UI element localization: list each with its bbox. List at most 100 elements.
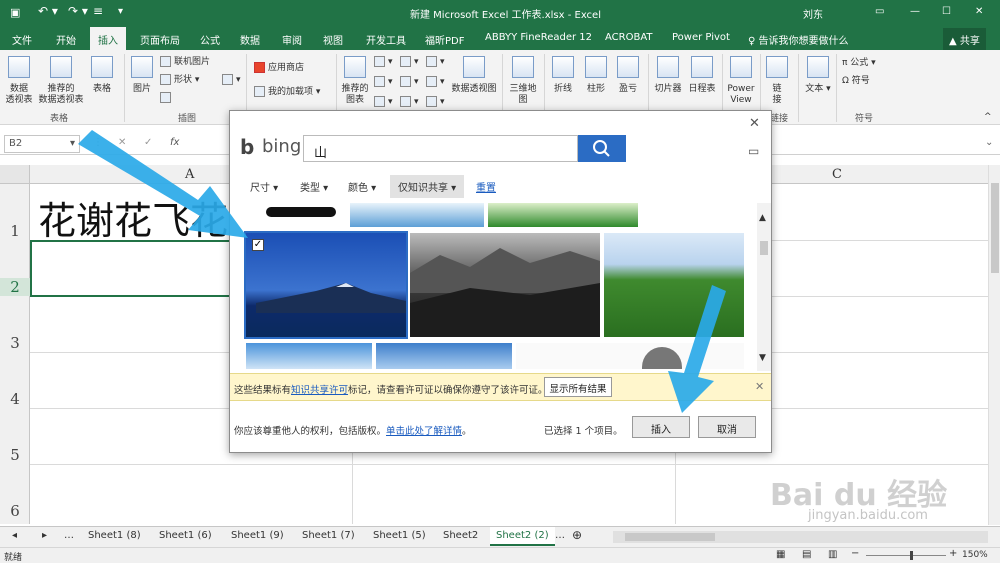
tab-abbyy[interactable]: ABBYY FineReader 12 bbox=[485, 32, 592, 43]
name-box[interactable]: B2 ▾ bbox=[4, 135, 80, 153]
row-header[interactable]: 6 bbox=[0, 502, 30, 520]
user-name[interactable]: 刘东 bbox=[803, 6, 823, 21]
sheet-more-icon[interactable]: … bbox=[64, 530, 74, 541]
minimize-icon[interactable]: — bbox=[910, 6, 920, 17]
ribbon-options-icon[interactable]: ▭ bbox=[875, 6, 884, 17]
pivot-chart-button[interactable]: 数据透视图 bbox=[450, 56, 498, 95]
sparkline-column-button[interactable]: 柱形 bbox=[582, 56, 610, 95]
screenshot-button[interactable]: ▾ bbox=[222, 74, 241, 86]
row-header[interactable]: 4 bbox=[0, 390, 30, 408]
confirm-entry-icon[interactable]: ✓ bbox=[144, 137, 152, 148]
recommended-pivot-button[interactable]: 推荐的 数据透视表 bbox=[36, 56, 86, 106]
tab-page-layout[interactable]: 页面布局 bbox=[140, 32, 180, 47]
cell-a1[interactable]: 花谢花飞花 bbox=[38, 190, 228, 245]
column-chart-menu[interactable]: ▾ bbox=[374, 56, 393, 68]
scatter-chart-menu[interactable]: ▾ bbox=[426, 56, 445, 68]
page-break-icon[interactable]: ▥ bbox=[828, 549, 837, 560]
column-header-c[interactable]: C bbox=[832, 167, 842, 182]
page-layout-icon[interactable]: ▤ bbox=[802, 549, 811, 560]
tab-home[interactable]: 开始 bbox=[56, 32, 76, 47]
sparkline-winloss-button[interactable]: 盈亏 bbox=[614, 56, 642, 95]
filter-type[interactable]: 类型 ▾ bbox=[300, 179, 328, 194]
link-button[interactable]: 链 接 bbox=[764, 56, 790, 106]
results-scrollbar[interactable]: ▲ ▼ bbox=[757, 203, 771, 371]
column-header-a[interactable]: A bbox=[185, 167, 194, 182]
symbol-button[interactable]: Ω 符号 bbox=[842, 76, 870, 87]
tab-power-pivot[interactable]: Power Pivot bbox=[672, 32, 730, 43]
search-input[interactable]: 山 bbox=[303, 135, 578, 162]
table-button[interactable]: 表格 bbox=[88, 56, 116, 95]
image-result-selected[interactable]: ✓ bbox=[244, 231, 408, 339]
sparkline-line-button[interactable]: 折线 bbox=[548, 56, 578, 95]
sheet-next-icon[interactable]: ▸ bbox=[42, 530, 47, 541]
pivot-table-button[interactable]: 数据 透视表 bbox=[4, 56, 34, 106]
tab-data[interactable]: 数据 bbox=[240, 32, 260, 47]
share-button[interactable]: ▲ 共享 bbox=[943, 28, 986, 51]
shapes-button[interactable]: 形状 ▾ bbox=[160, 74, 199, 86]
cancel-button[interactable]: 取消 bbox=[698, 416, 756, 438]
insert-function-icon[interactable]: fx bbox=[170, 137, 179, 148]
row-header[interactable]: 1 bbox=[0, 222, 30, 240]
filter-size[interactable]: 尺寸 ▾ bbox=[250, 179, 278, 194]
store-button[interactable]: 应用商店 bbox=[254, 62, 304, 74]
zoom-in-icon[interactable]: + bbox=[949, 548, 957, 559]
sheet-tab-active[interactable]: Sheet2 (2) bbox=[490, 527, 555, 546]
insert-button[interactable]: 插入 bbox=[632, 416, 690, 438]
close-window-icon[interactable]: ✕ bbox=[975, 6, 983, 17]
creative-commons-link[interactable]: 知识共享许可 bbox=[291, 385, 348, 396]
scroll-up-icon[interactable]: ▲ bbox=[759, 213, 766, 223]
tab-review[interactable]: 审阅 bbox=[282, 32, 302, 47]
image-result[interactable] bbox=[516, 343, 744, 369]
horizontal-scrollbar[interactable] bbox=[613, 531, 988, 543]
tab-foxit-pdf[interactable]: 福昕PDF bbox=[425, 32, 464, 47]
scrollbar-thumb[interactable] bbox=[760, 241, 768, 255]
pictures-button[interactable]: 图片 bbox=[128, 56, 156, 95]
smartart-button[interactable] bbox=[160, 92, 174, 104]
sheet-prev-icon[interactable]: ◂ bbox=[12, 530, 17, 541]
equation-button[interactable]: π 公式 ▾ bbox=[842, 58, 876, 69]
zoom-slider-thumb[interactable] bbox=[910, 551, 913, 560]
combo-chart-menu[interactable]: ▾ bbox=[400, 96, 419, 108]
image-result[interactable] bbox=[246, 203, 348, 227]
zoom-level[interactable]: 150% bbox=[962, 550, 988, 560]
select-all-corner[interactable] bbox=[0, 165, 30, 184]
image-result[interactable] bbox=[350, 203, 484, 227]
filter-creative-commons[interactable]: 仅知识共享 ▾ bbox=[390, 175, 465, 198]
save-icon[interactable]: ▣ bbox=[10, 6, 20, 19]
vertical-scrollbar[interactable] bbox=[988, 165, 1000, 525]
scrollbar-thumb[interactable] bbox=[991, 183, 999, 273]
sheet-tab[interactable]: Sheet1 (8) bbox=[88, 530, 141, 541]
expand-formula-bar-icon[interactable]: ⌄ bbox=[985, 137, 993, 148]
zoom-out-icon[interactable]: − bbox=[851, 548, 859, 559]
show-all-results-button[interactable]: 显示所有结果 bbox=[544, 377, 612, 397]
search-button[interactable] bbox=[578, 135, 626, 162]
image-result[interactable] bbox=[376, 343, 512, 369]
online-pictures-button[interactable]: 联机图片 bbox=[160, 56, 210, 68]
text-button[interactable]: 文本 ▾ bbox=[804, 56, 832, 95]
image-result[interactable] bbox=[246, 343, 372, 369]
image-result[interactable] bbox=[604, 233, 744, 337]
statistic-chart-menu[interactable]: ▾ bbox=[400, 76, 419, 88]
sheet-tab[interactable]: Sheet1 (9) bbox=[231, 530, 284, 541]
scrollbar-thumb[interactable] bbox=[625, 533, 715, 541]
my-addins-button[interactable]: 我的加载项 ▾ bbox=[254, 86, 320, 98]
sheet-tab[interactable]: Sheet2 bbox=[443, 530, 478, 541]
sheet-tab[interactable]: Sheet1 (5) bbox=[373, 530, 426, 541]
tab-insert[interactable]: 插入 bbox=[90, 27, 126, 50]
power-view-button[interactable]: Power View bbox=[726, 56, 756, 106]
tab-acrobat[interactable]: ACROBAT bbox=[605, 32, 653, 43]
normal-view-icon[interactable]: ▦ bbox=[776, 549, 785, 560]
learn-more-link[interactable]: 单击此处了解详情 bbox=[386, 426, 462, 437]
tab-view[interactable]: 视图 bbox=[323, 32, 343, 47]
recommended-charts-button[interactable]: 推荐的 图表 bbox=[340, 56, 370, 106]
sheet-tab[interactable]: Sheet1 (6) bbox=[159, 530, 212, 541]
selected-checkbox[interactable]: ✓ bbox=[252, 239, 264, 251]
area-chart-menu[interactable]: ▾ bbox=[426, 76, 445, 88]
comment-icon[interactable]: ▭ bbox=[748, 144, 759, 158]
slicer-button[interactable]: 切片器 bbox=[652, 56, 684, 95]
tab-developer[interactable]: 开发工具 bbox=[366, 32, 406, 47]
row-header-selected[interactable]: 2 bbox=[0, 278, 30, 296]
bar-chart-menu[interactable]: ▾ bbox=[374, 76, 393, 88]
maximize-icon[interactable]: ☐ bbox=[942, 6, 951, 17]
image-result[interactable] bbox=[410, 233, 600, 337]
